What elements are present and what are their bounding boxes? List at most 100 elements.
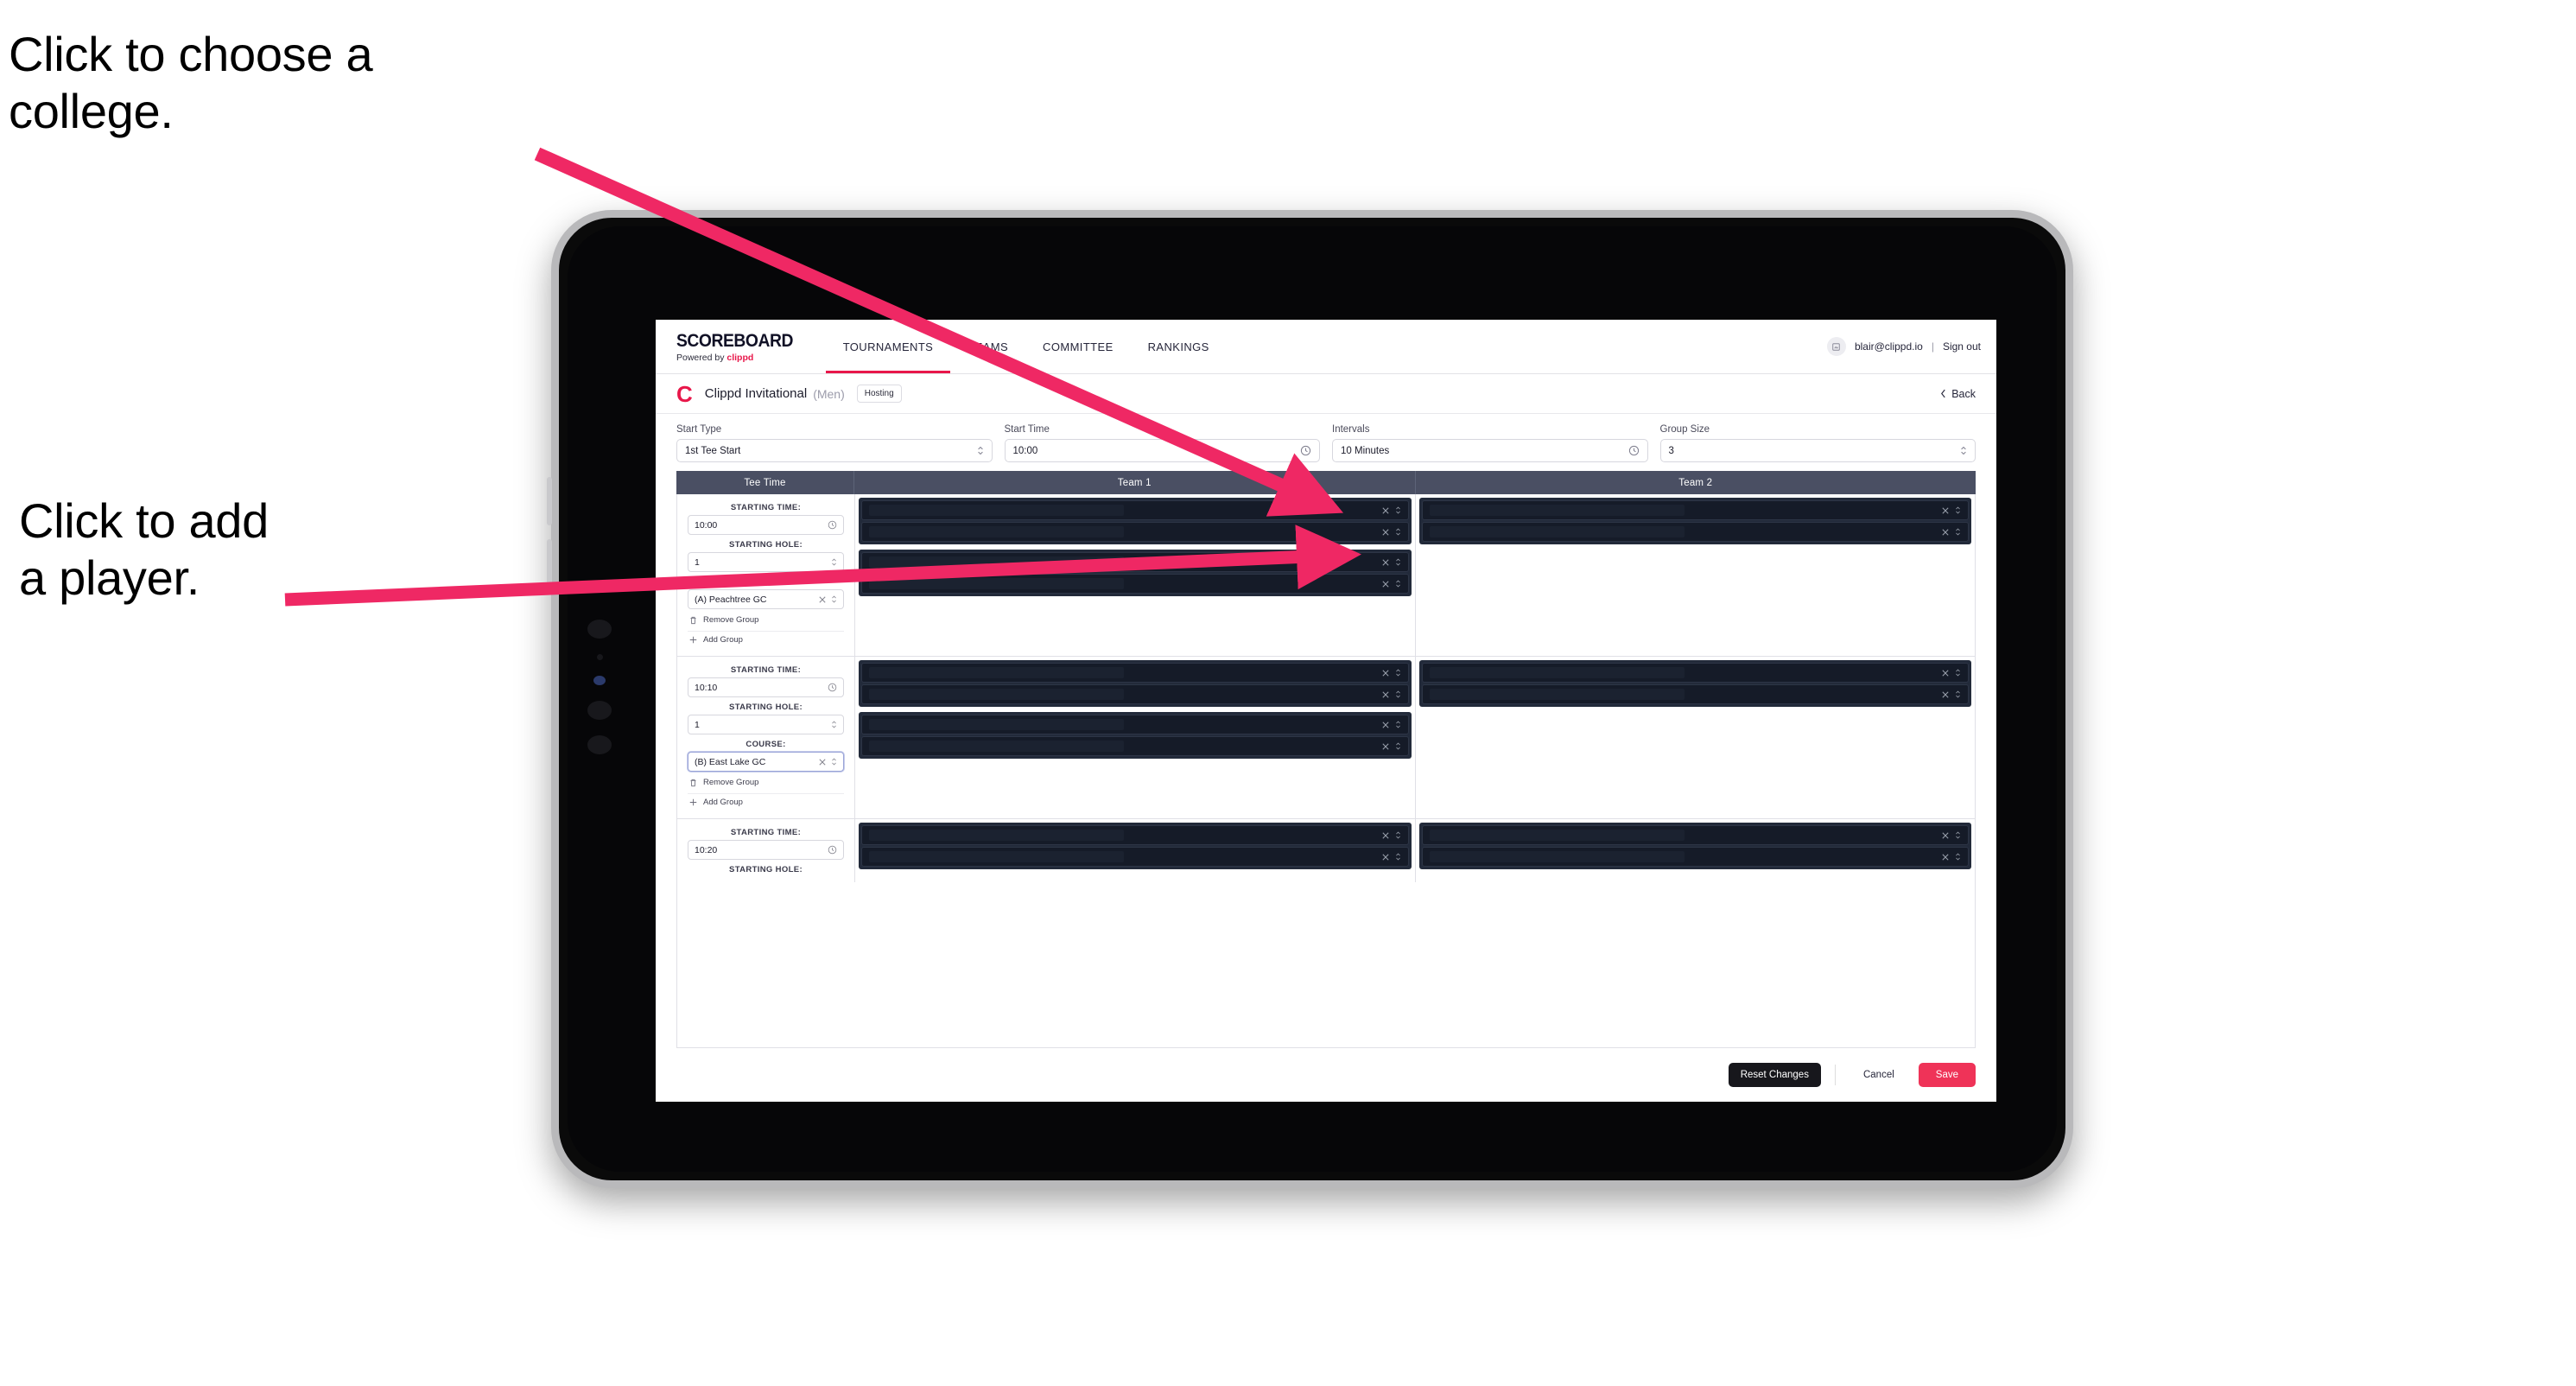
stepper-icon[interactable] bbox=[1955, 690, 1961, 699]
course-select[interactable]: (B) East Lake GC bbox=[688, 752, 844, 772]
stepper-icon[interactable] bbox=[1395, 720, 1401, 729]
trash-icon bbox=[689, 616, 697, 625]
nav-item-rankings[interactable]: RANKINGS bbox=[1131, 320, 1227, 373]
clear-player-icon[interactable] bbox=[1942, 506, 1949, 514]
player-slot[interactable] bbox=[861, 684, 1409, 704]
stepper-icon[interactable] bbox=[831, 557, 837, 567]
player-name-redacted bbox=[869, 578, 1125, 589]
starting-hole-stepper[interactable]: 1 bbox=[688, 552, 844, 572]
nav-item-tournaments[interactable]: TOURNAMENTS bbox=[825, 320, 951, 373]
player-slot-icons bbox=[1381, 668, 1401, 677]
clock-icon[interactable] bbox=[1300, 445, 1311, 456]
player-slot[interactable] bbox=[861, 522, 1409, 542]
starting-time-input[interactable]: 10:10 bbox=[688, 677, 844, 697]
user-avatar-icon[interactable] bbox=[1826, 337, 1846, 356]
stepper-icon[interactable] bbox=[1395, 557, 1401, 567]
stepper-icon[interactable] bbox=[1960, 445, 1967, 456]
clear-player-icon[interactable] bbox=[1942, 669, 1949, 677]
stepper-icon[interactable] bbox=[831, 594, 837, 604]
volume-down-button[interactable] bbox=[547, 539, 552, 588]
clear-player-icon[interactable] bbox=[1381, 690, 1389, 698]
stepper-icon[interactable] bbox=[831, 757, 837, 766]
player-slot[interactable] bbox=[861, 552, 1409, 572]
stepper-icon[interactable] bbox=[1395, 741, 1401, 751]
nav-item-committee[interactable]: COMMITTEE bbox=[1025, 320, 1131, 373]
player-slot[interactable] bbox=[861, 847, 1409, 867]
clear-player-icon[interactable] bbox=[1942, 690, 1949, 698]
save-button[interactable]: Save bbox=[1918, 1063, 1976, 1087]
clear-player-icon[interactable] bbox=[1381, 580, 1389, 588]
back-button[interactable]: Back bbox=[1940, 388, 1976, 400]
clear-player-icon[interactable] bbox=[1942, 831, 1949, 839]
stepper-icon[interactable] bbox=[1395, 852, 1401, 861]
starting-time-value: 10:20 bbox=[695, 844, 718, 855]
player-slot[interactable] bbox=[1421, 500, 1969, 520]
player-slot[interactable] bbox=[1421, 663, 1969, 683]
brand-logo[interactable]: SCOREBOARD Powered by clippd bbox=[668, 320, 826, 373]
starting-hole-stepper[interactable]: 1 bbox=[688, 715, 844, 734]
stepper-icon[interactable] bbox=[831, 720, 837, 729]
footer-divider bbox=[1834, 1065, 1836, 1085]
nav-item-teams[interactable]: TEAMS bbox=[950, 320, 1025, 373]
intervals-input[interactable]: 10 Minutes bbox=[1332, 439, 1648, 462]
clock-icon[interactable] bbox=[828, 520, 837, 530]
stepper-icon[interactable] bbox=[1955, 852, 1961, 861]
stepper-icon[interactable] bbox=[1395, 830, 1401, 840]
stepper-icon[interactable] bbox=[1955, 527, 1961, 537]
remove-group-button[interactable]: Remove Group bbox=[688, 774, 844, 791]
start-time-input[interactable]: 10:00 bbox=[1004, 439, 1320, 462]
stepper-icon[interactable] bbox=[1395, 527, 1401, 537]
clear-player-icon[interactable] bbox=[1381, 742, 1389, 750]
clear-player-icon[interactable] bbox=[1381, 528, 1389, 536]
volume-up-button[interactable] bbox=[547, 477, 552, 525]
clear-player-icon[interactable] bbox=[1942, 528, 1949, 536]
stepper-icon[interactable] bbox=[1955, 830, 1961, 840]
stepper-icon[interactable] bbox=[1955, 668, 1961, 677]
clear-player-icon[interactable] bbox=[1381, 853, 1389, 861]
tee-time-cell: STARTING TIME: 10:00 STARTING HOLE: 1 COURSE… bbox=[677, 494, 855, 656]
sign-out-link[interactable]: Sign out bbox=[1943, 340, 1981, 353]
clock-icon[interactable] bbox=[828, 683, 837, 692]
clear-course-icon[interactable] bbox=[819, 595, 826, 603]
clear-player-icon[interactable] bbox=[1381, 506, 1389, 514]
clock-icon[interactable] bbox=[1628, 445, 1640, 456]
starting-time-input[interactable]: 10:20 bbox=[688, 840, 844, 860]
clear-player-icon[interactable] bbox=[1942, 853, 1949, 861]
trash-icon bbox=[689, 779, 697, 787]
clear-player-icon[interactable] bbox=[1381, 721, 1389, 728]
player-slot[interactable] bbox=[861, 825, 1409, 845]
remove-group-button[interactable]: Remove Group bbox=[688, 612, 844, 628]
remove-group-label: Remove Group bbox=[703, 778, 759, 787]
clear-course-icon[interactable] bbox=[819, 758, 826, 766]
player-slot[interactable] bbox=[1421, 847, 1969, 867]
stepper-icon[interactable] bbox=[1955, 505, 1961, 515]
add-group-button[interactable]: Add Group bbox=[688, 631, 844, 648]
stepper-icon[interactable] bbox=[1395, 505, 1401, 515]
course-select[interactable]: (A) Peachtree GC bbox=[688, 589, 844, 609]
starting-hole-label: STARTING HOLE: bbox=[729, 540, 803, 550]
stepper-icon[interactable] bbox=[1395, 579, 1401, 588]
player-slot[interactable] bbox=[1421, 684, 1969, 704]
clock-icon[interactable] bbox=[828, 845, 837, 855]
clear-player-icon[interactable] bbox=[1381, 831, 1389, 839]
clear-player-icon[interactable] bbox=[1381, 558, 1389, 566]
player-slot[interactable] bbox=[1421, 522, 1969, 542]
stepper-icon[interactable] bbox=[1395, 668, 1401, 677]
clear-player-icon[interactable] bbox=[1381, 669, 1389, 677]
reset-changes-button[interactable]: Reset Changes bbox=[1728, 1063, 1821, 1087]
starting-time-input[interactable]: 10:00 bbox=[688, 515, 844, 535]
player-slot[interactable] bbox=[1421, 825, 1969, 845]
group-size-stepper[interactable]: 3 bbox=[1659, 439, 1976, 462]
player-name-redacted bbox=[1429, 667, 1685, 678]
player-slot[interactable] bbox=[861, 500, 1409, 520]
start-type-select[interactable]: 1st Tee Start bbox=[676, 439, 993, 462]
player-slot[interactable] bbox=[861, 715, 1409, 734]
player-slot[interactable] bbox=[861, 736, 1409, 756]
stepper-icon[interactable] bbox=[1395, 690, 1401, 699]
player-slot[interactable] bbox=[861, 574, 1409, 594]
starting-time-value: 10:10 bbox=[695, 682, 718, 693]
stepper-icon[interactable] bbox=[977, 445, 984, 456]
player-slot[interactable] bbox=[861, 663, 1409, 683]
add-group-button[interactable]: Add Group bbox=[688, 793, 844, 811]
cancel-button[interactable]: Cancel bbox=[1850, 1063, 1908, 1087]
